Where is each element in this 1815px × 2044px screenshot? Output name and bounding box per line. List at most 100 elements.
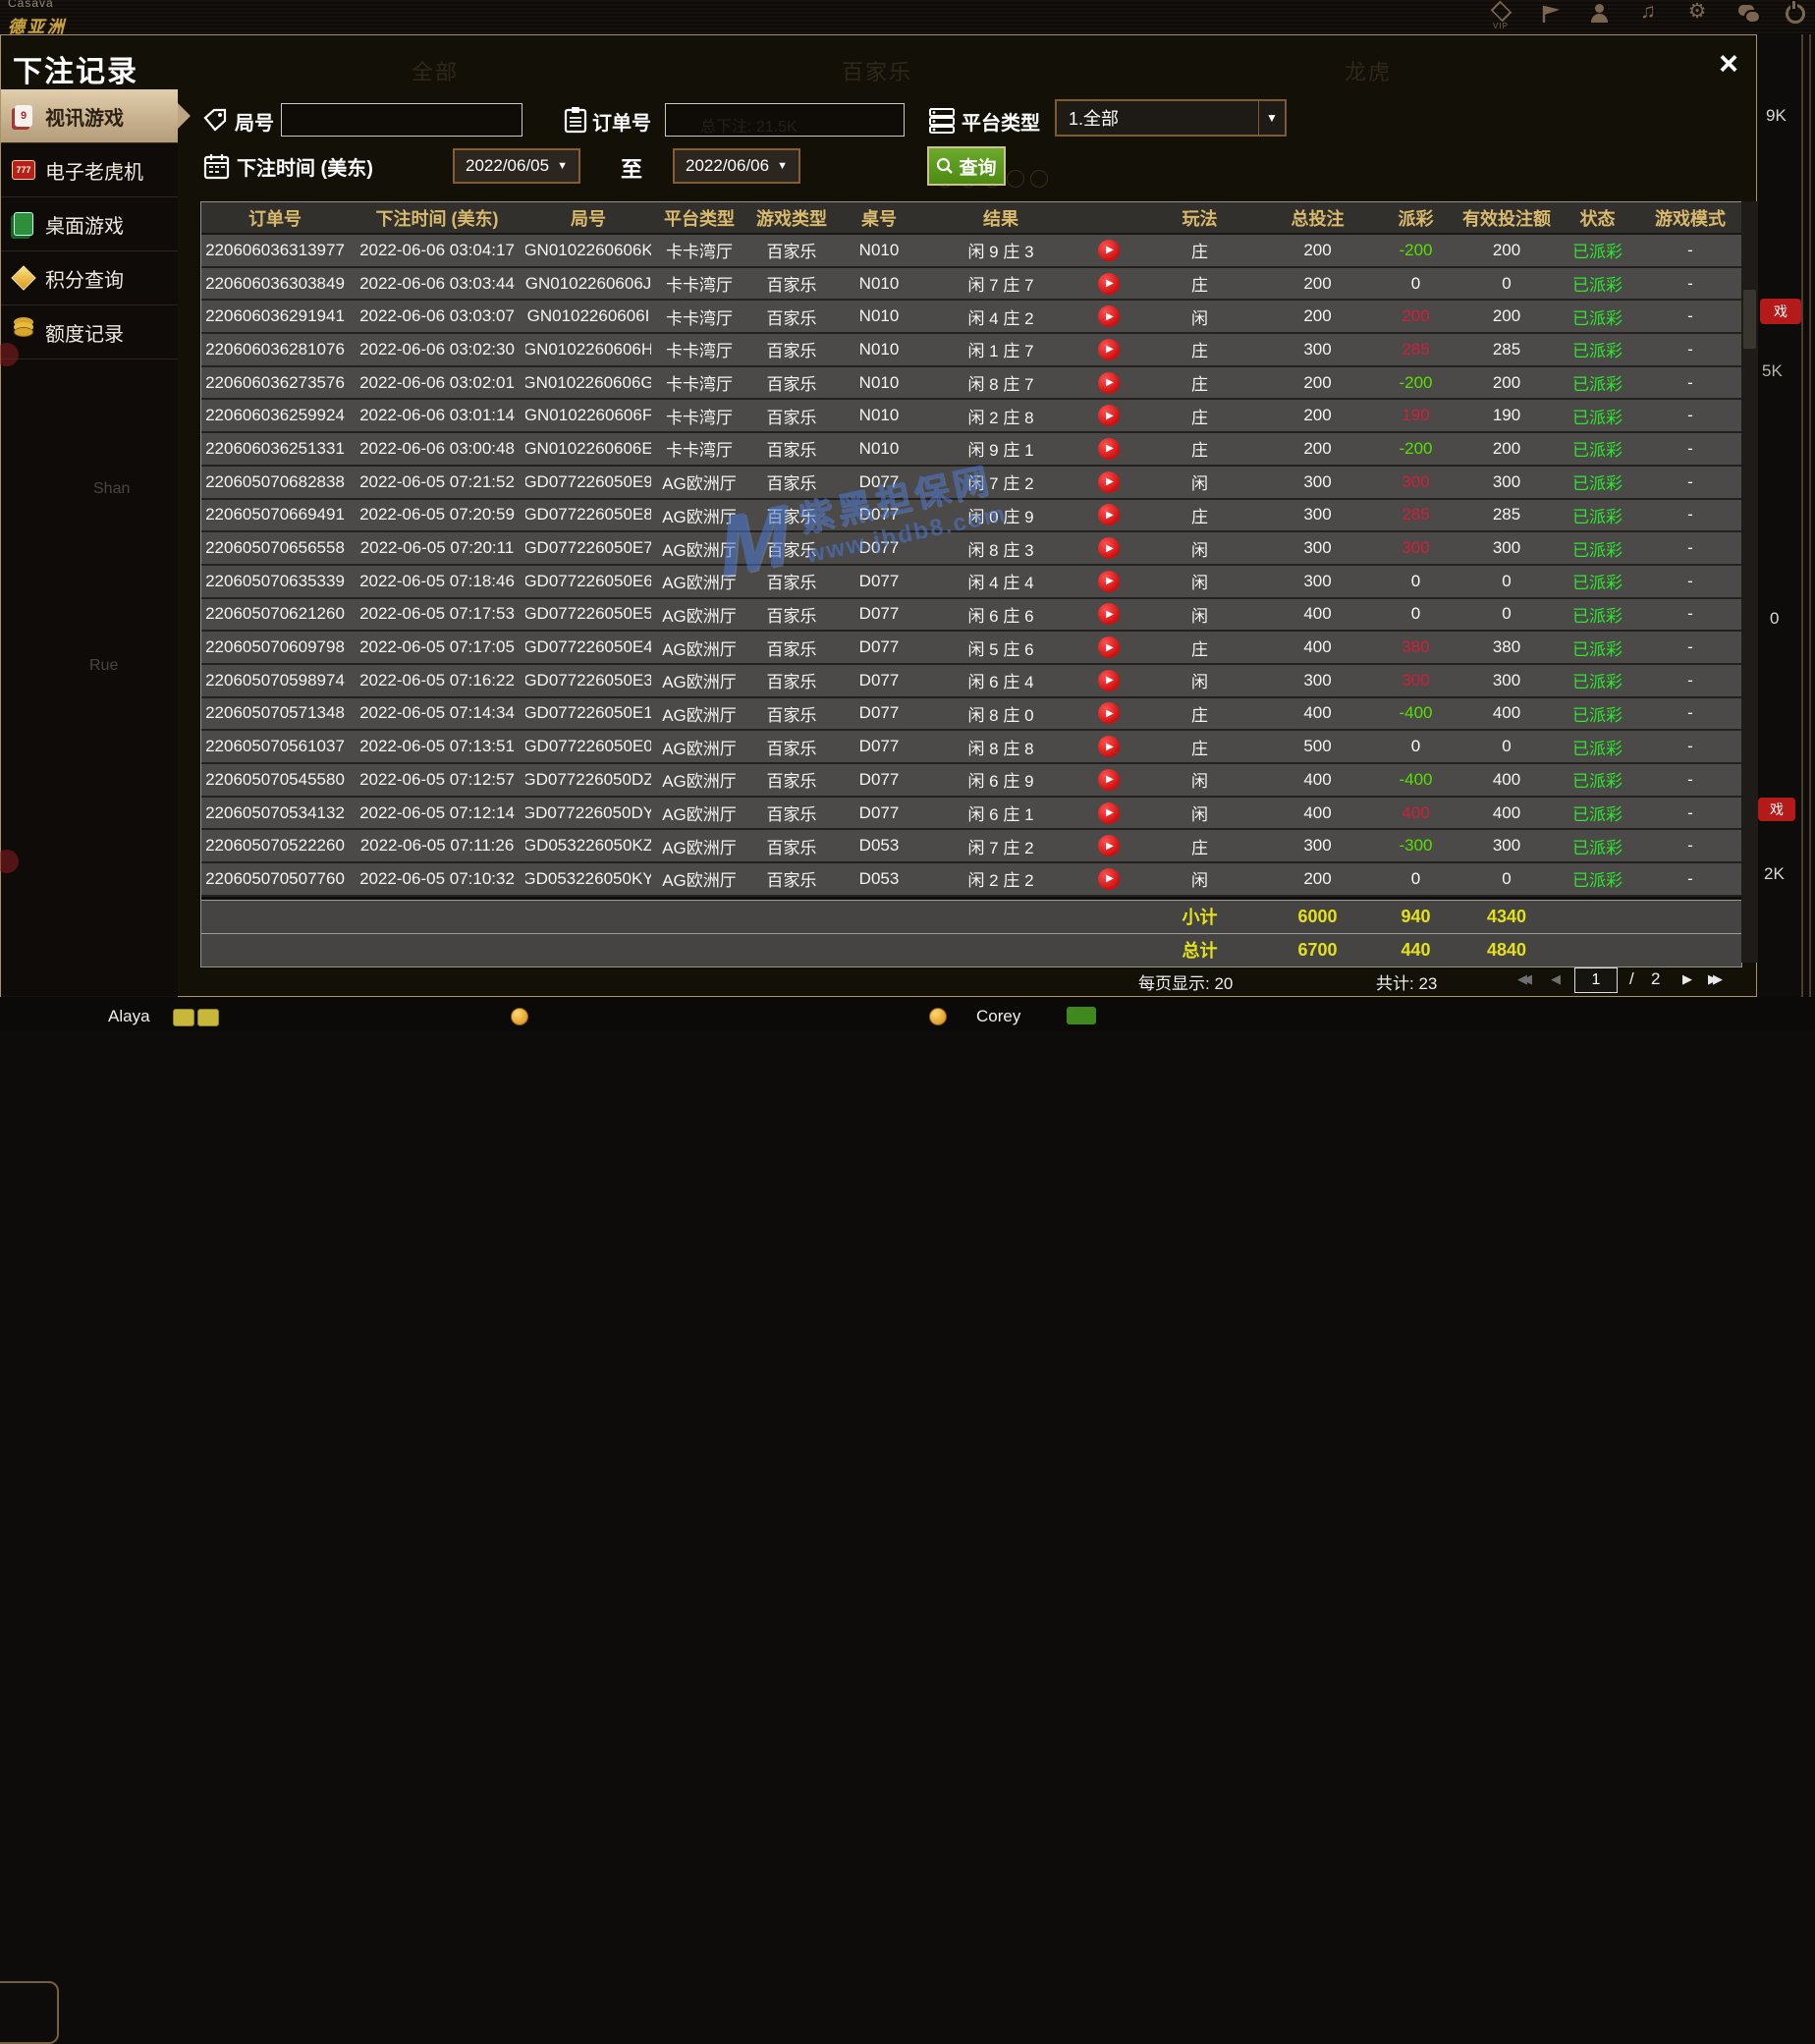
cell-time: 2022-06-05 07:18:46	[359, 571, 515, 590]
cell-order: 220605070609798	[205, 637, 345, 657]
cell-result: 闲 9 庄 1	[967, 441, 1034, 461]
replay-play-icon[interactable]: ▶	[1098, 570, 1120, 592]
prev-page-icon[interactable]: ◀	[1551, 971, 1561, 987]
chat-icon[interactable]	[1732, 1, 1760, 32]
date-from-picker[interactable]: 2022/06/05 ▼	[453, 148, 580, 184]
replay-play-icon[interactable]: ▶	[1098, 801, 1120, 824]
table-row: 220605070669491 2022-06-05 07:20:59 GD0772…	[201, 499, 1741, 533]
cell-status: 已派彩	[1572, 574, 1622, 593]
replay-play-icon[interactable]: ▶	[1098, 504, 1120, 526]
cell-payout: 200	[1402, 306, 1430, 326]
cell-result: 闲 4 庄 2	[967, 308, 1034, 328]
order-number-input[interactable]	[665, 103, 905, 137]
cell-play-method: 庄	[1191, 739, 1208, 758]
cell-round: GN0102260606G	[525, 372, 651, 392]
power-icon[interactable]	[1782, 1, 1809, 32]
cell-play-method: 庄	[1191, 705, 1208, 725]
cell-result: 闲 0 庄 9	[967, 507, 1034, 526]
search-button[interactable]: 查询	[927, 146, 1006, 186]
cell-play-method: 庄	[1191, 375, 1208, 395]
date-to-value: 2022/06/06	[686, 156, 770, 175]
replay-play-icon[interactable]: ▶	[1098, 636, 1120, 659]
cell-platform: 卡卡湾厅	[666, 408, 733, 427]
scrollbar-thumb[interactable]	[1743, 290, 1756, 349]
slot-machine-icon: 777	[11, 157, 36, 183]
replay-play-icon[interactable]: ▶	[1098, 272, 1120, 295]
table-row: 220606036251331 2022-06-06 03:00:48 GN0102…	[201, 433, 1741, 467]
replay-play-icon[interactable]: ▶	[1098, 371, 1120, 394]
replay-play-icon[interactable]: ▶	[1098, 239, 1120, 261]
account-settings-icon[interactable]	[1585, 1, 1613, 32]
cell-order: 220605070656558	[205, 538, 345, 558]
cell-platform: 卡卡湾厅	[666, 375, 733, 395]
cell-status: 已派彩	[1572, 805, 1622, 825]
replay-play-icon[interactable]: ▶	[1098, 736, 1120, 758]
background-chip	[0, 343, 19, 366]
cell-payout: -400	[1399, 769, 1433, 789]
sidebar-item-table-games[interactable]: 桌面游戏	[1, 197, 178, 251]
date-to-picker[interactable]: 2022/06/06 ▼	[673, 148, 800, 184]
cell-game-mode: -	[1687, 438, 1693, 458]
cell-order: 220605070545580	[205, 769, 345, 789]
replay-play-icon[interactable]: ▶	[1098, 867, 1120, 890]
vip-icon[interactable]: VIP	[1487, 0, 1514, 32]
last-page-icon[interactable]: ▶▶	[1708, 971, 1723, 987]
replay-play-icon[interactable]: ▶	[1098, 305, 1120, 328]
cell-platform: AG欧洲厅	[662, 639, 737, 659]
first-page-icon[interactable]: ◀◀	[1517, 971, 1532, 987]
replay-play-icon[interactable]: ▶	[1098, 603, 1120, 626]
total-row: 总计 6700 440 4840	[201, 932, 1741, 967]
sidebar-item-points-query[interactable]: 积分查询	[1, 251, 178, 305]
music-icon[interactable]: ♫	[1634, 1, 1662, 32]
cell-replay	[1079, 934, 1138, 967]
cell-result: 闲 7 庄 2	[967, 474, 1034, 494]
cell-payout: 300	[1402, 471, 1430, 491]
background-tab-all: 全部	[412, 60, 460, 84]
cell-valid-bet: 300	[1492, 538, 1521, 558]
cell-platform: AG欧洲厅	[662, 805, 737, 825]
close-button[interactable]: ×	[1708, 43, 1749, 84]
replay-play-icon[interactable]: ▶	[1098, 537, 1120, 560]
replay-play-icon[interactable]: ▶	[1098, 338, 1120, 360]
total-row-label: 总计	[1182, 941, 1218, 962]
cell-replay: ▶	[1079, 798, 1138, 829]
cell-time: 2022-06-06 03:01:14	[359, 406, 515, 425]
sidebar-item-live-games[interactable]: 9 视讯游戏	[1, 89, 191, 143]
sidebar-item-slots[interactable]: 777 电子老虎机	[1, 143, 178, 197]
replay-play-icon[interactable]: ▶	[1098, 669, 1120, 691]
table-row: 220606036259924 2022-06-06 03:01:14 GN0102…	[201, 400, 1741, 434]
replay-play-icon[interactable]: ▶	[1098, 702, 1120, 725]
replay-play-icon[interactable]: ▶	[1098, 768, 1120, 791]
cell-payout: 0	[1410, 604, 1421, 624]
replay-play-icon[interactable]: ▶	[1098, 470, 1120, 493]
cell-total-bet: 400	[1303, 637, 1332, 657]
replay-play-icon[interactable]: ▶	[1098, 835, 1120, 857]
flag-icon[interactable]	[1536, 1, 1564, 32]
table-row: 220606036281076 2022-06-06 03:02:30 GN0102…	[201, 334, 1741, 367]
page-number-input[interactable]	[1574, 967, 1618, 993]
cell-game-mode: -	[1687, 637, 1693, 657]
sidebar-item-credit-records[interactable]: 额度记录	[1, 305, 178, 359]
cell-game-mode: -	[1687, 836, 1693, 856]
subtotal-row-total-bet: 6000	[1297, 906, 1338, 926]
cell-total-bet: 300	[1303, 505, 1332, 525]
cell-game-mode: -	[1687, 471, 1693, 491]
replay-play-icon[interactable]: ▶	[1098, 405, 1120, 427]
background-game-button: 戏	[1758, 798, 1795, 821]
platform-type-select[interactable]: 1.全部 ▼	[1055, 99, 1287, 137]
cell-play-method: 闲	[1191, 871, 1208, 891]
round-number-input[interactable]	[281, 103, 522, 137]
cell-game-mode: -	[1687, 670, 1693, 690]
date-to-separator: 至	[621, 157, 643, 182]
cell-replay: ▶	[1079, 235, 1138, 266]
cell-replay: ▶	[1079, 830, 1138, 861]
header-cell-total-bet: 总投注	[1291, 208, 1345, 229]
bet-time-label: 下注时间 (美东)	[237, 158, 373, 180]
cell-valid-bet: 0	[1502, 571, 1512, 590]
next-page-icon[interactable]: ▶	[1682, 971, 1692, 987]
round-number-label: 局号	[235, 113, 274, 135]
gear-icon[interactable]: ⚙	[1683, 1, 1711, 32]
replay-play-icon[interactable]: ▶	[1098, 437, 1120, 460]
scrollbar-track[interactable]	[1741, 201, 1758, 963]
cell-total-bet: 400	[1303, 802, 1332, 822]
